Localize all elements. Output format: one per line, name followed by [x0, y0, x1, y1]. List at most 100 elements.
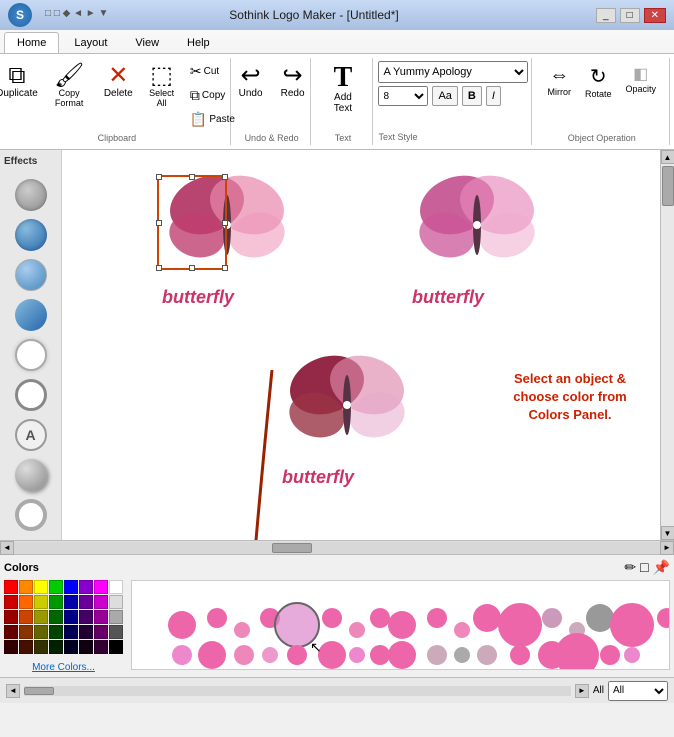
color-circle-30[interactable]: [477, 645, 497, 665]
color-swatch[interactable]: [64, 625, 78, 639]
color-swatch[interactable]: [109, 610, 123, 624]
effect-gradient3[interactable]: [15, 299, 47, 331]
color-circle-27[interactable]: [388, 641, 416, 669]
color-circle-23[interactable]: [287, 645, 307, 665]
color-circle-35[interactable]: [624, 647, 640, 663]
color-circle-6[interactable]: [349, 622, 365, 638]
effect-outline1[interactable]: [15, 339, 47, 371]
color-swatch[interactable]: [64, 580, 78, 594]
color-swatch[interactable]: [19, 625, 33, 639]
color-swatch[interactable]: [4, 610, 18, 624]
color-swatch[interactable]: [19, 610, 33, 624]
vertical-scrollbar[interactable]: ▲ ▼: [660, 150, 674, 540]
color-swatch[interactable]: [19, 640, 33, 654]
effect-gradient2[interactable]: [15, 259, 47, 291]
effect-gradient1[interactable]: [15, 219, 47, 251]
color-circle-12[interactable]: [498, 603, 542, 647]
effect-flat[interactable]: [15, 179, 47, 211]
color-swatch[interactable]: [79, 640, 93, 654]
canvas-main[interactable]: butterfly butterfly: [62, 150, 660, 540]
color-swatch[interactable]: [94, 610, 108, 624]
color-circle-19[interactable]: [172, 645, 192, 665]
color-swatch[interactable]: [79, 595, 93, 609]
color-swatch[interactable]: [94, 640, 108, 654]
tab-view[interactable]: View: [122, 32, 172, 53]
duplicate-button[interactable]: ⧉ Duplicate: [0, 60, 40, 112]
color-circle-5[interactable]: [322, 608, 342, 628]
color-swatch[interactable]: [79, 610, 93, 624]
maximize-button[interactable]: □: [620, 8, 640, 23]
color-circle-21[interactable]: [234, 645, 254, 665]
butterfly-3[interactable]: butterfly: [282, 350, 412, 488]
color-circle-33[interactable]: [555, 633, 599, 670]
add-text-button[interactable]: T Add Text: [321, 60, 364, 118]
color-swatch[interactable]: [34, 580, 48, 594]
scroll-right-arrow[interactable]: ►: [660, 541, 674, 555]
color-swatch[interactable]: [19, 595, 33, 609]
color-circle-9[interactable]: [427, 608, 447, 628]
bold-button[interactable]: B: [462, 86, 482, 106]
filter-scroll-thumb[interactable]: [24, 687, 54, 695]
tab-help[interactable]: Help: [174, 32, 223, 53]
close-button[interactable]: ✕: [644, 8, 666, 23]
color-swatch[interactable]: [109, 580, 123, 594]
color-swatch[interactable]: [94, 580, 108, 594]
scroll-thumb[interactable]: [662, 166, 674, 206]
color-circle-17[interactable]: [657, 608, 669, 628]
color-circle-13[interactable]: [542, 608, 562, 628]
color-circle-25[interactable]: [349, 647, 365, 663]
color-swatch[interactable]: [94, 595, 108, 609]
color-circle-7[interactable]: [370, 608, 390, 628]
scroll-left-arrow[interactable]: ◄: [0, 541, 14, 555]
color-circle-2[interactable]: [234, 622, 250, 638]
color-swatch[interactable]: [34, 640, 48, 654]
color-circle-0[interactable]: [168, 611, 196, 639]
color-circle-22[interactable]: [262, 647, 278, 663]
color-swatch[interactable]: [4, 580, 18, 594]
color-swatch[interactable]: [19, 580, 33, 594]
redo-button[interactable]: ↪ Redo: [273, 60, 313, 103]
color-swatch[interactable]: [79, 580, 93, 594]
tab-home[interactable]: Home: [4, 32, 59, 53]
color-circle-1[interactable]: [207, 608, 227, 628]
color-swatch[interactable]: [49, 595, 63, 609]
effect-outline2[interactable]: [15, 379, 47, 411]
color-swatch[interactable]: [4, 640, 18, 654]
filter-left-arrow[interactable]: ◄: [6, 684, 20, 698]
filter-right-arrow[interactable]: ►: [575, 684, 589, 698]
color-swatch[interactable]: [79, 625, 93, 639]
minimize-button[interactable]: _: [596, 8, 616, 23]
color-swatch[interactable]: [109, 625, 123, 639]
butterfly-2[interactable]: butterfly: [412, 170, 542, 308]
window-buttons[interactable]: _ □ ✕: [596, 8, 666, 23]
rotate-button[interactable]: ↻ Rotate: [580, 60, 617, 103]
color-swatch[interactable]: [34, 595, 48, 609]
color-circle-15[interactable]: [586, 604, 614, 632]
effect-sphere[interactable]: [15, 459, 47, 491]
delete-button[interactable]: ✕ Delete: [98, 60, 138, 112]
color-circle-10[interactable]: [454, 622, 470, 638]
tab-layout[interactable]: Layout: [61, 32, 120, 53]
color-circle-8[interactable]: [388, 611, 416, 639]
color-pin-icon[interactable]: 📌: [653, 559, 670, 576]
color-swatch[interactable]: [4, 595, 18, 609]
window-controls-left[interactable]: □ □ ◆ ◄ ► ▼: [45, 8, 108, 19]
color-swatch[interactable]: [4, 625, 18, 639]
color-circle-28[interactable]: [427, 645, 447, 665]
undo-button[interactable]: ↩ Undo: [231, 60, 271, 103]
color-circle-24[interactable]: [318, 641, 346, 669]
mirror-button[interactable]: ⇔ Mirror: [542, 60, 576, 103]
color-swatch[interactable]: [64, 595, 78, 609]
effect-ring[interactable]: [15, 499, 47, 531]
color-swatch[interactable]: [109, 640, 123, 654]
color-swatch[interactable]: [49, 610, 63, 624]
color-circle-26[interactable]: [370, 645, 390, 665]
canvas-area[interactable]: butterfly butterfly: [62, 150, 660, 540]
opacity-button[interactable]: ◧ Opacity: [620, 60, 661, 103]
copy-format-button[interactable]: 🖌 Copy Format: [42, 60, 96, 112]
h-scroll-thumb[interactable]: [272, 543, 312, 553]
color-swatch[interactable]: [49, 640, 63, 654]
color-swatch[interactable]: [34, 625, 48, 639]
color-circle-34[interactable]: [600, 645, 620, 665]
italic-button[interactable]: I: [486, 86, 501, 106]
